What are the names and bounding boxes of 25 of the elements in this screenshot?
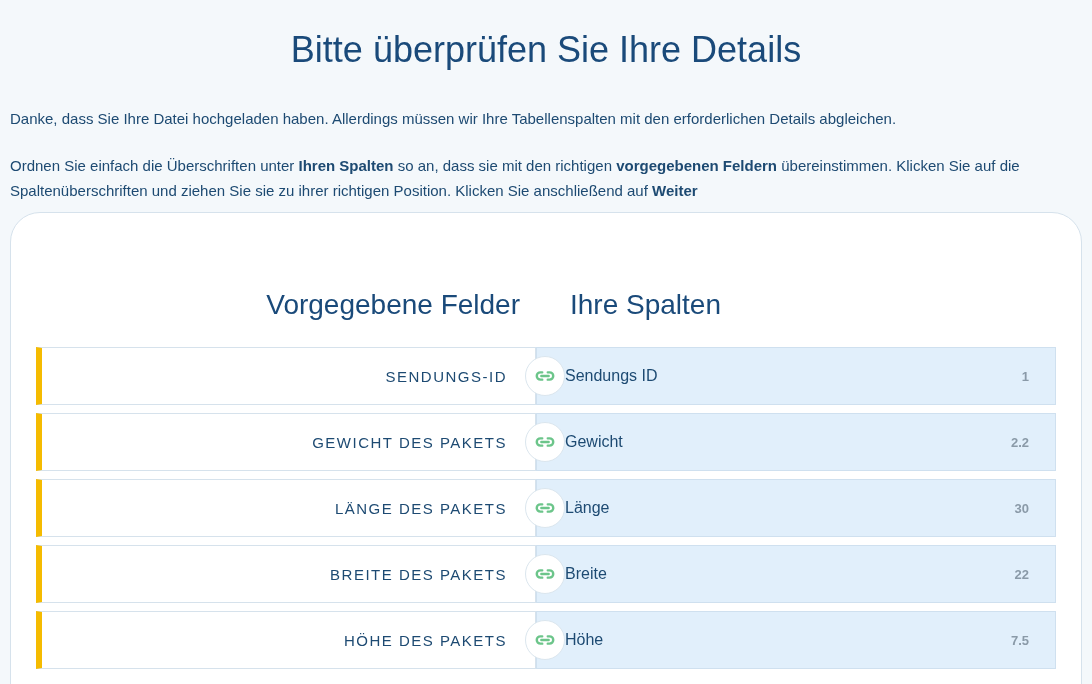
field-label: LÄNGE DES PAKETS (334, 499, 507, 517)
instruction-text: Danke, dass Sie Ihre Datei hochgeladen haben. Allerdings müssen wir Ihre Tabellenspalten mit den erforderlichen Details abgleichen. (10, 109, 898, 129)
sample-value: 2.2 (1010, 434, 1029, 450)
column-name: Gewicht (565, 433, 624, 451)
column-chip[interactable]: Länge 30 (536, 479, 1056, 537)
instruction-text: Ordnen Sie einfach die Überschriften unter Ihren Spalten so an, dass sie mit den richtigen vorgegebenen Feldern übereinstimmen. Klicken Sie auf die Spaltenüberschriften und ziehen Sie sie zu ihrer richtigen Position. Klicken Sie anschließend auf Weiter (10, 156, 1021, 201)
sample-value: 7.5 (1010, 632, 1029, 648)
column-name: Sendungs ID (565, 367, 659, 385)
sample-value: 22 (1014, 566, 1029, 582)
sample-value: 30 (1014, 500, 1029, 516)
column-heading: Vorgegebene Felder (265, 288, 520, 322)
field-label: SENDUNGS-ID (385, 367, 507, 385)
column-name: Breite (565, 565, 608, 583)
column-name: Länge (565, 499, 611, 517)
column-name: Höhe (565, 631, 605, 649)
field-label: BREITE DES PAKETS (330, 565, 507, 583)
column-chip[interactable]: Breite 22 (536, 545, 1056, 603)
column-chip[interactable]: Höhe 7.5 (536, 611, 1056, 669)
column-heading: Ihre Spalten (569, 288, 721, 322)
sample-value: 1 (1021, 368, 1029, 384)
field-label: GEWICHT DES PAKETS (312, 433, 507, 451)
column-chip[interactable]: Sendungs ID 1 (536, 347, 1056, 405)
column-chip[interactable]: Gewicht 2.2 (536, 413, 1056, 471)
page-title: Bitte überprüfen Sie Ihre Details (289, 28, 803, 72)
field-label: HÖHE DES PAKETS (343, 631, 507, 649)
